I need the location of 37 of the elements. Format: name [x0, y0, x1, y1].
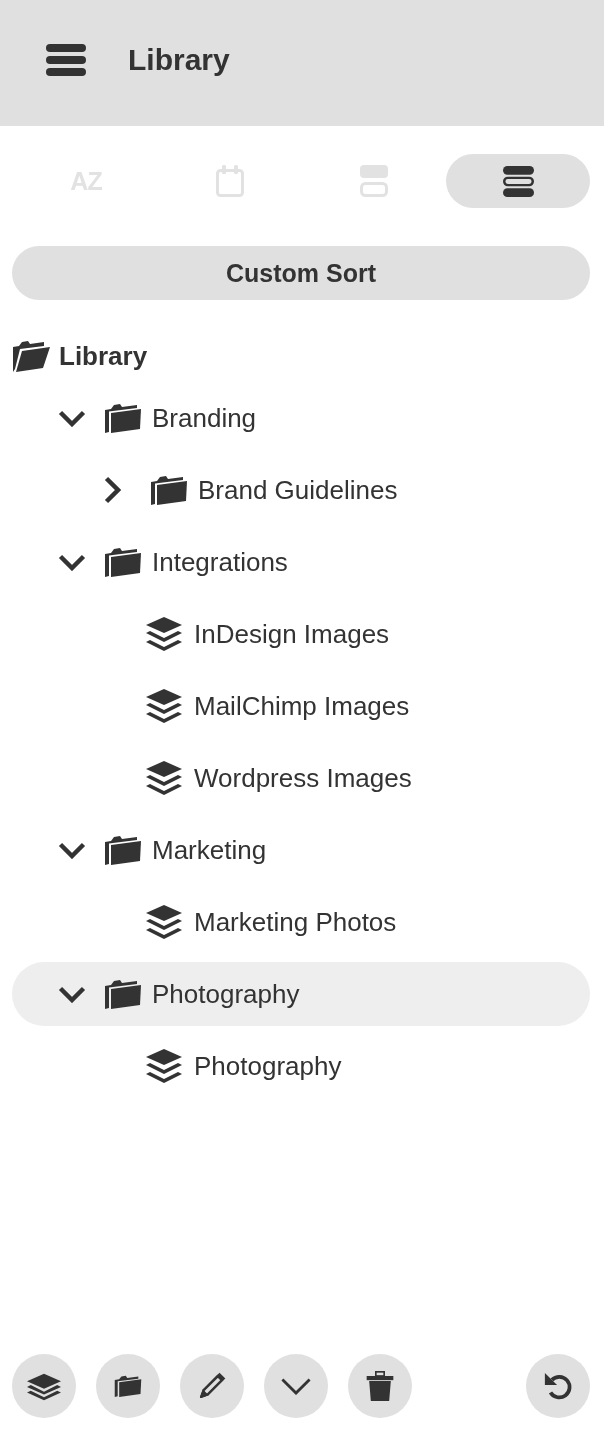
folder-icon — [104, 978, 142, 1010]
folder-icon — [104, 834, 142, 866]
layers-icon — [146, 905, 182, 939]
item-label[interactable]: Wordpress Images — [194, 762, 412, 794]
menu-icon[interactable] — [46, 44, 86, 76]
page-title: Library — [128, 43, 230, 77]
chevron-right-icon[interactable] — [104, 476, 121, 504]
layers-icon — [146, 1049, 182, 1083]
chevron-down-icon[interactable] — [58, 985, 86, 1003]
item-label[interactable]: Branding — [152, 402, 257, 434]
layers-icon — [146, 689, 182, 723]
item-label[interactable]: Marketing Photos — [194, 906, 397, 938]
root-label[interactable]: Library — [59, 340, 148, 372]
tree-item[interactable]: Photography — [12, 962, 590, 1026]
chevron-down-icon — [281, 1377, 311, 1395]
layers-icon — [146, 761, 182, 795]
chevron-down-icon[interactable] — [58, 409, 86, 427]
folder-icon — [104, 402, 142, 434]
custom-sort-button[interactable]: Custom Sort — [12, 246, 590, 300]
two-rows-icon — [360, 165, 388, 197]
layers-icon — [27, 1371, 61, 1401]
item-label[interactable]: MailChimp Images — [194, 690, 410, 722]
item-label[interactable]: Photography — [152, 978, 300, 1010]
item-label[interactable]: Marketing — [152, 834, 267, 866]
open-folder-icon — [12, 339, 50, 373]
item-label[interactable]: Photography — [194, 1050, 342, 1082]
item-label[interactable]: Integrations — [152, 546, 288, 578]
calendar-icon — [216, 165, 244, 197]
chevron-down-icon[interactable] — [58, 841, 86, 859]
item-label[interactable]: Brand Guidelines — [198, 474, 398, 506]
sort-tab[interactable] — [446, 154, 590, 208]
layers-icon — [146, 617, 182, 651]
chevron-down-icon[interactable] — [58, 553, 86, 571]
item-label[interactable]: InDesign Images — [194, 618, 390, 650]
folder-icon — [104, 546, 142, 578]
folder-icon — [150, 474, 188, 506]
three-rows-icon — [502, 165, 534, 197]
